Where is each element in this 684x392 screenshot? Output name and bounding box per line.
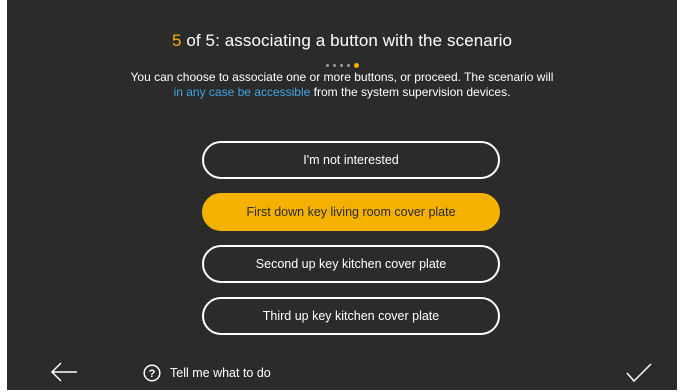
instruction-line-2-rest: from the system supervision devices. — [310, 85, 511, 99]
progress-dot-5 — [353, 63, 359, 68]
option-third-up-key-kitchen[interactable]: Third up key kitchen cover plate — [202, 297, 500, 335]
help-label: Tell me what to do — [170, 366, 271, 380]
wizard-screen: 5 of 5: associating a button with the sc… — [0, 0, 684, 392]
page-title: 5 of 5: associating a button with the sc… — [7, 31, 677, 51]
option-second-up-key-kitchen[interactable]: Second up key kitchen cover plate — [202, 245, 500, 283]
instruction-text: You can choose to associate one or more … — [7, 70, 677, 100]
option-first-down-key-living-room[interactable]: First down key living room cover plate — [202, 193, 500, 231]
checkmark-icon — [626, 363, 652, 383]
progress-dot-1 — [325, 64, 329, 67]
question-circle-icon: ? — [143, 364, 161, 382]
back-button[interactable] — [49, 361, 79, 383]
progress-dot-4 — [346, 64, 350, 67]
help-button[interactable]: ? Tell me what to do — [143, 364, 271, 382]
step-title: of 5: associating a button with the scen… — [181, 31, 513, 50]
arrow-left-icon — [50, 362, 77, 382]
option-not-interested[interactable]: I'm not interested — [202, 141, 500, 179]
step-number: 5 — [171, 31, 182, 50]
accessible-link[interactable]: in any case be accessible — [174, 85, 311, 99]
instruction-line-2: in any case be accessible from the syste… — [7, 85, 677, 100]
button-options-list: I'm not interested First down key living… — [202, 141, 500, 349]
instruction-line-1: You can choose to associate one or more … — [130, 70, 554, 84]
progress-dot-2 — [332, 64, 336, 67]
progress-dots — [7, 63, 677, 68]
confirm-button[interactable] — [625, 362, 653, 384]
progress-dot-3 — [339, 64, 343, 67]
svg-text:?: ? — [149, 368, 156, 380]
